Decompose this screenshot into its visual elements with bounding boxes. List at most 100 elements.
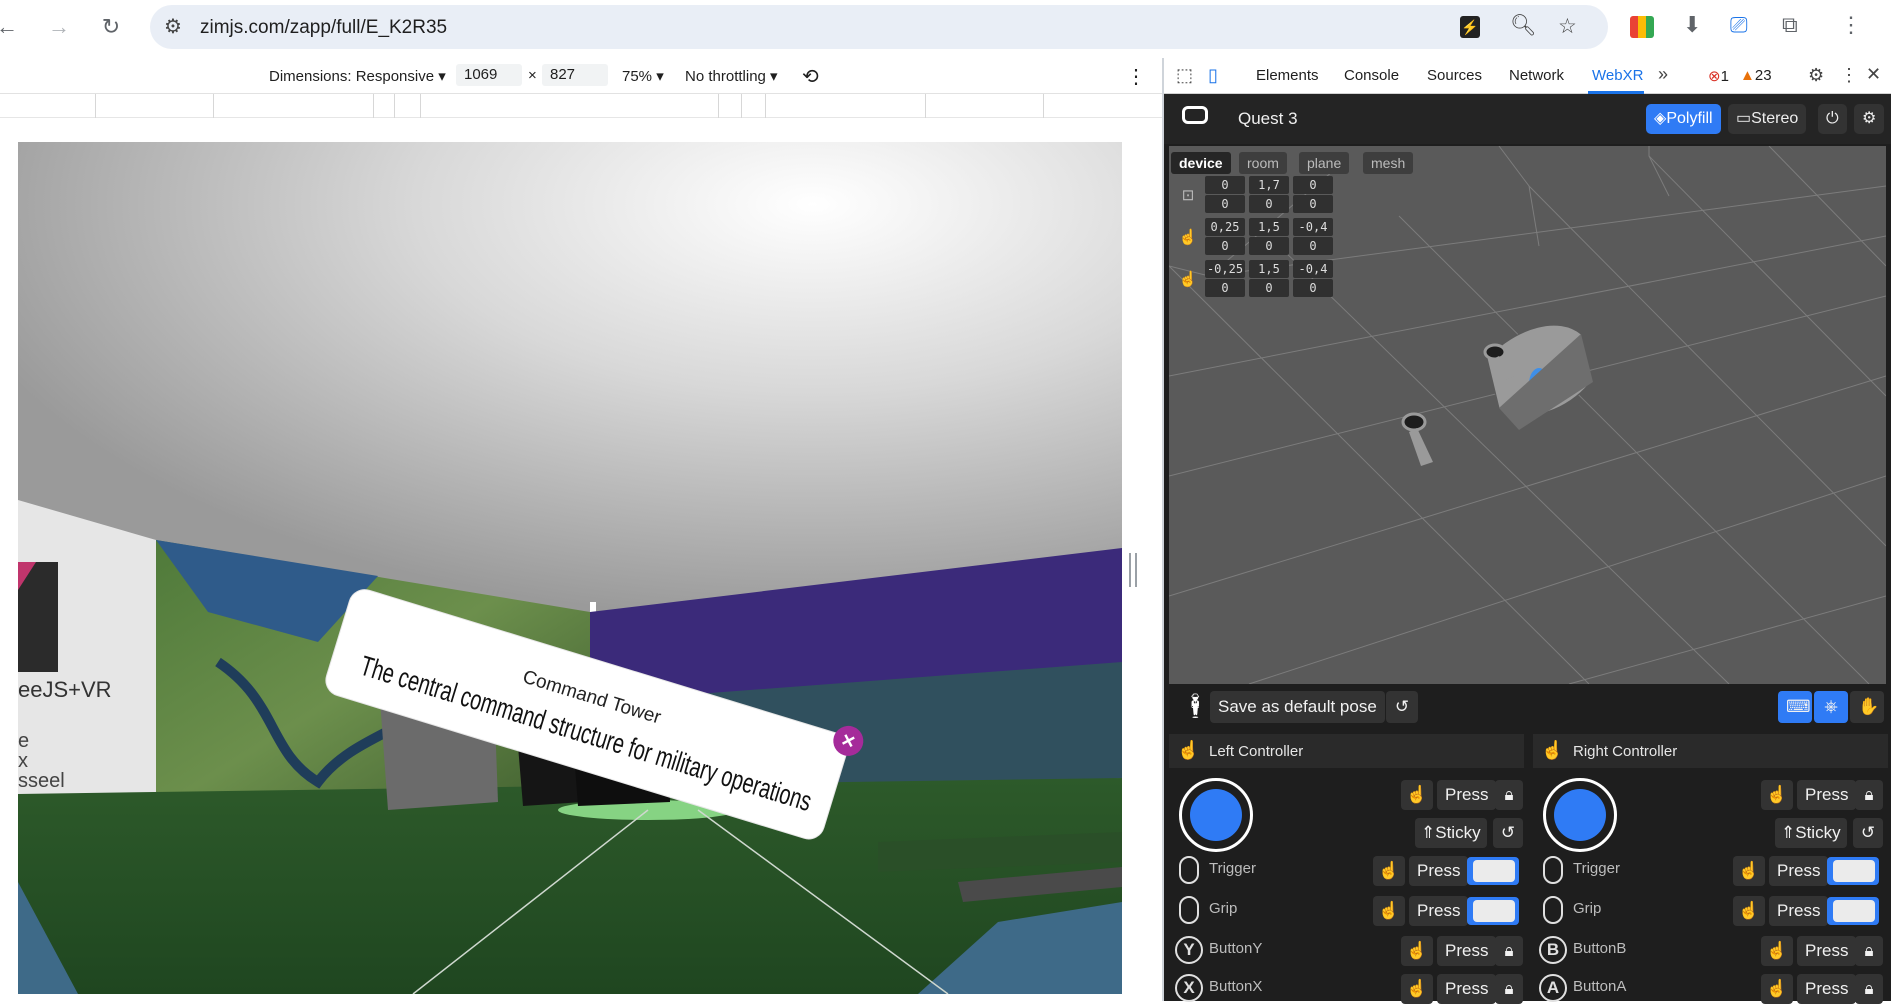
devtools-close-icon[interactable]: ✕	[1866, 64, 1881, 85]
pose-pos-y[interactable]: 1,5	[1249, 218, 1289, 236]
thumbstick-press-button[interactable]: Press	[1437, 780, 1497, 810]
grip-press-button[interactable]: Press	[1769, 896, 1829, 926]
power-icon[interactable]: ⏻	[1818, 104, 1847, 134]
pose-rot-x[interactable]: 0	[1205, 237, 1245, 255]
tab-device[interactable]: device	[1171, 152, 1231, 174]
bookmark-star-icon[interactable]: ☆	[1558, 14, 1577, 39]
thumbstick-knob[interactable]	[1554, 789, 1606, 841]
slider-knob[interactable]	[1833, 860, 1875, 882]
browser-menu-icon[interactable]: ⋮	[1840, 12, 1862, 38]
error-count[interactable]: ⊗1	[1708, 67, 1729, 85]
tab-elements[interactable]: Elements	[1256, 67, 1319, 84]
touch-icon[interactable]: ☝	[1733, 896, 1765, 926]
pose-rot-z[interactable]: 0	[1293, 237, 1333, 255]
pose-pos-z[interactable]: -0,4	[1293, 218, 1333, 236]
save-default-pose-button[interactable]: Save as default pose	[1210, 691, 1385, 723]
vr-scene-canvas[interactable]: eeJS+VR e x sseel Command Tower The cent…	[18, 142, 1122, 994]
button-b-press-button[interactable]: Press	[1797, 936, 1857, 966]
extensions-puzzle-icon[interactable]: ⧉	[1782, 12, 1798, 38]
slider-knob[interactable]	[1473, 860, 1515, 882]
devtools-settings-icon[interactable]: ⚙	[1808, 65, 1824, 86]
lock-icon[interactable]: 🔒︎	[1495, 780, 1523, 810]
lock-icon[interactable]: 🔒︎	[1855, 974, 1883, 1004]
pose-pos-z[interactable]: -0,4	[1293, 260, 1333, 278]
thumbstick[interactable]	[1179, 778, 1253, 852]
more-tabs-chevron-icon[interactable]: »	[1658, 64, 1668, 85]
lock-icon[interactable]: 🔒︎	[1855, 936, 1883, 966]
pose-pos-z[interactable]: 0	[1293, 176, 1333, 194]
reset-pose-icon[interactable]: ↺	[1386, 691, 1418, 723]
lock-icon[interactable]: 🔒︎	[1495, 936, 1523, 966]
thumbstick-knob[interactable]	[1190, 789, 1242, 841]
trigger-press-button[interactable]: Press	[1769, 856, 1829, 886]
zoom-dropdown[interactable]: 75% ▾	[622, 67, 664, 85]
pose-rot-z[interactable]: 0	[1293, 279, 1333, 297]
dimensions-dropdown[interactable]: Dimensions: Responsive ▾	[269, 67, 446, 85]
keyboard-mode-icon[interactable]: ⌨	[1778, 691, 1812, 723]
viewport-resize-handle[interactable]	[1129, 553, 1137, 587]
controller-mode-icon[interactable]: ⎈	[1814, 691, 1848, 723]
thumbstick[interactable]	[1543, 778, 1617, 852]
touch-icon[interactable]: ☝	[1761, 780, 1793, 810]
cast-icon[interactable]: ⎚	[1730, 12, 1748, 38]
address-bar[interactable]: ⚙ zimjs.com/zapp/full/E_K2R35 ⚡ 🔍︎ ☆	[150, 5, 1608, 49]
tab-sources[interactable]: Sources	[1427, 67, 1482, 84]
webxr-settings-icon[interactable]: ⚙	[1854, 104, 1885, 134]
polyfill-toggle[interactable]: ◈Polyfill	[1646, 104, 1721, 134]
touch-icon[interactable]: ☝	[1733, 856, 1765, 886]
touch-icon[interactable]: ☝	[1761, 974, 1793, 1004]
url-text[interactable]: zimjs.com/zapp/full/E_K2R35	[200, 17, 447, 39]
trigger-slider[interactable]	[1827, 857, 1879, 885]
tab-plane[interactable]: plane	[1299, 152, 1350, 174]
pose-rot-z[interactable]: 0	[1293, 195, 1333, 213]
touch-icon[interactable]: ☝	[1401, 936, 1433, 966]
pose-pos-x[interactable]: 0,25	[1205, 218, 1245, 236]
tab-room[interactable]: room	[1239, 152, 1287, 174]
pose-rot-y[interactable]: 0	[1249, 279, 1289, 297]
tab-webxr[interactable]: WebXR	[1592, 67, 1643, 84]
touch-icon[interactable]: ☝	[1401, 974, 1433, 1004]
trigger-press-button[interactable]: Press	[1409, 856, 1469, 886]
download-icon[interactable]: ⬇	[1683, 12, 1701, 38]
pose-rot-y[interactable]: 0	[1249, 195, 1289, 213]
pose-rot-x[interactable]: 0	[1205, 195, 1245, 213]
reset-icon[interactable]: ↺	[1853, 818, 1883, 848]
sticky-button[interactable]: ⇑Sticky	[1415, 818, 1487, 848]
reset-icon[interactable]: ↺	[1493, 818, 1523, 848]
zoom-icon[interactable]: 🔍︎	[1510, 14, 1537, 38]
viewport-width-input[interactable]: 1069	[456, 64, 522, 86]
stereo-toggle[interactable]: ▭Stereo	[1728, 104, 1807, 134]
trigger-slider[interactable]	[1467, 857, 1519, 885]
reload-icon[interactable]: ↻	[96, 12, 126, 42]
site-settings-icon[interactable]: ⚙	[164, 14, 182, 39]
grip-press-button[interactable]: Press	[1409, 896, 1469, 926]
warning-count[interactable]: ▲23	[1740, 67, 1772, 84]
color-extension-icon[interactable]	[1630, 16, 1654, 38]
throttling-dropdown[interactable]: No throttling ▾	[685, 67, 778, 85]
pose-pos-y[interactable]: 1,5	[1249, 260, 1289, 278]
device-name[interactable]: Quest 3	[1238, 109, 1298, 129]
grip-slider[interactable]	[1467, 897, 1519, 925]
touch-icon[interactable]: ☝	[1401, 780, 1433, 810]
touch-icon[interactable]: ☝	[1373, 896, 1405, 926]
devtools-menu-icon[interactable]: ⋮	[1840, 65, 1858, 86]
forward-arrow-icon[interactable]: →	[44, 12, 74, 42]
touch-icon[interactable]: ☝	[1761, 936, 1793, 966]
slider-knob[interactable]	[1833, 900, 1875, 922]
pose-pos-y[interactable]: 1,7	[1249, 176, 1289, 194]
pose-pos-x[interactable]: -0,25	[1205, 260, 1245, 278]
tab-console[interactable]: Console	[1344, 67, 1399, 84]
button-x-press-button[interactable]: Press	[1437, 974, 1497, 1004]
slider-knob[interactable]	[1473, 900, 1515, 922]
more-options-icon[interactable]: ⋮	[1126, 64, 1146, 89]
sticky-button[interactable]: ⇑Sticky	[1775, 818, 1847, 848]
thumbstick-press-button[interactable]: Press	[1797, 780, 1857, 810]
back-arrow-icon[interactable]: ←	[0, 12, 22, 42]
touch-icon[interactable]: ☝	[1373, 856, 1405, 886]
extension-badge-icon[interactable]: ⚡	[1460, 16, 1480, 38]
pose-rot-y[interactable]: 0	[1249, 237, 1289, 255]
pose-rot-x[interactable]: 0	[1205, 279, 1245, 297]
viewport-height-input[interactable]: 827	[542, 64, 608, 86]
pose-pos-x[interactable]: 0	[1205, 176, 1245, 194]
grip-slider[interactable]	[1827, 897, 1879, 925]
